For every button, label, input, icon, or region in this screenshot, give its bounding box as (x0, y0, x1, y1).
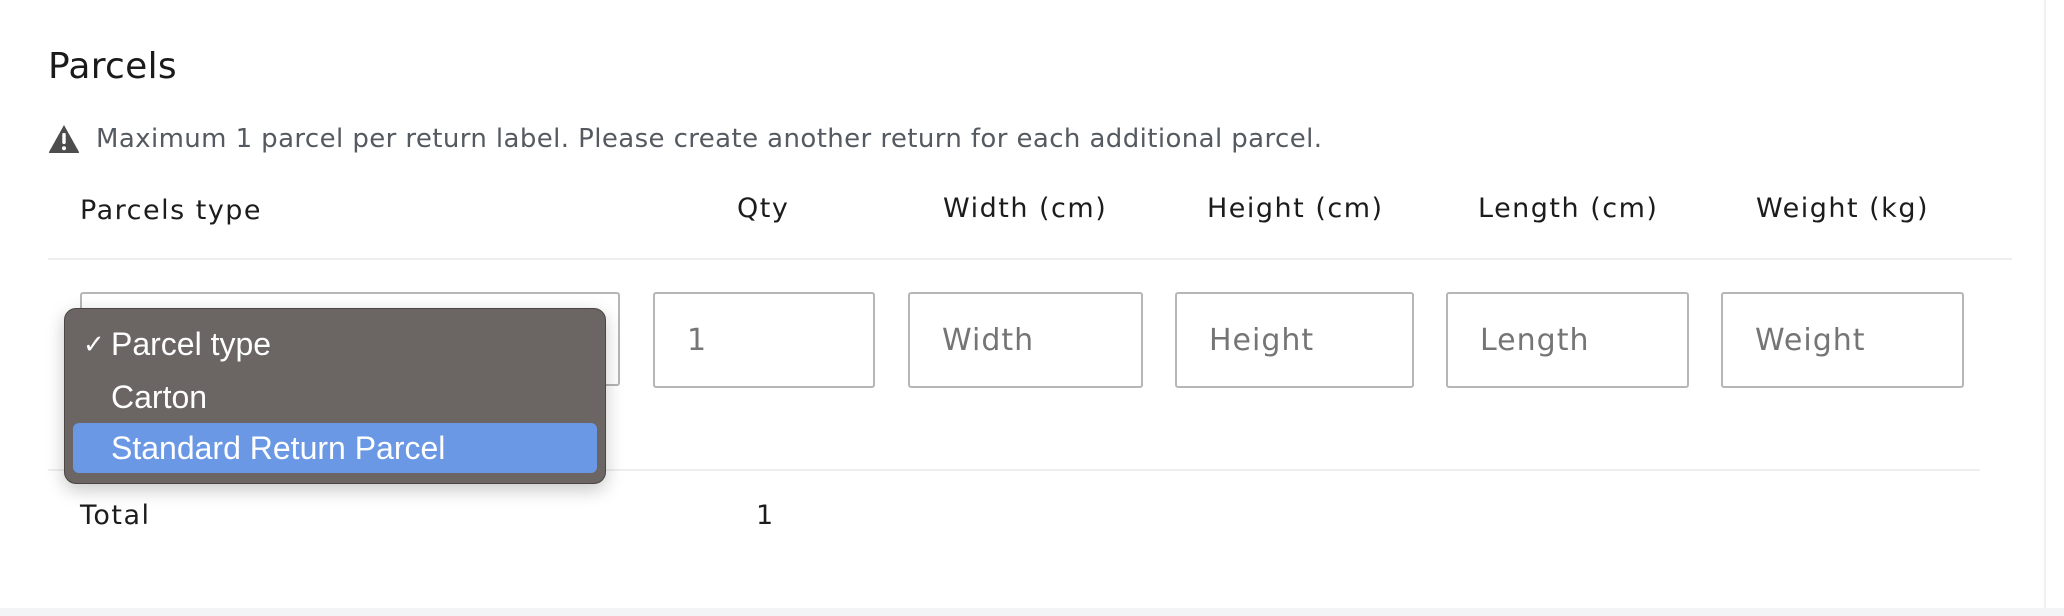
dropdown-option-standard-return-parcel[interactable]: Standard Return Parcel (73, 423, 597, 473)
checkmark-icon: ✓ (83, 328, 105, 359)
column-header-width: Width (cm) (943, 193, 1108, 224)
length-input[interactable] (1446, 292, 1689, 388)
height-input[interactable] (1175, 292, 1414, 388)
dropdown-option-label: Standard Return Parcel (111, 429, 446, 466)
dropdown-option-label: Parcel type (111, 325, 272, 362)
column-header-parcels-type: Parcels type (80, 195, 263, 226)
column-header-qty: Qty (737, 193, 790, 224)
dropdown-option-carton[interactable]: Carton (73, 372, 597, 422)
weight-input[interactable] (1721, 292, 1964, 388)
dropdown-option-parcel-type[interactable]: ✓ Parcel type (73, 319, 597, 369)
page-bottom-band (0, 608, 2064, 616)
parcel-limit-notice: Maximum 1 parcel per return label. Pleas… (48, 122, 1322, 156)
column-header-weight: Weight (kg) (1756, 193, 1929, 224)
parcel-type-dropdown-menu: ✓ Parcel type Carton Standard Return Par… (64, 308, 606, 484)
dropdown-option-label: Carton (111, 378, 208, 415)
notice-text: Maximum 1 parcel per return label. Pleas… (96, 124, 1323, 154)
section-title: Parcels (48, 46, 177, 87)
total-label: Total (80, 500, 151, 531)
page-right-border (2044, 0, 2046, 616)
qty-input[interactable] (653, 292, 875, 388)
column-header-length: Length (cm) (1478, 193, 1659, 224)
column-header-height: Height (cm) (1207, 193, 1384, 224)
warning-icon (48, 124, 80, 154)
width-input[interactable] (908, 292, 1143, 388)
total-qty-value: 1 (756, 500, 774, 531)
header-divider (48, 258, 2012, 260)
